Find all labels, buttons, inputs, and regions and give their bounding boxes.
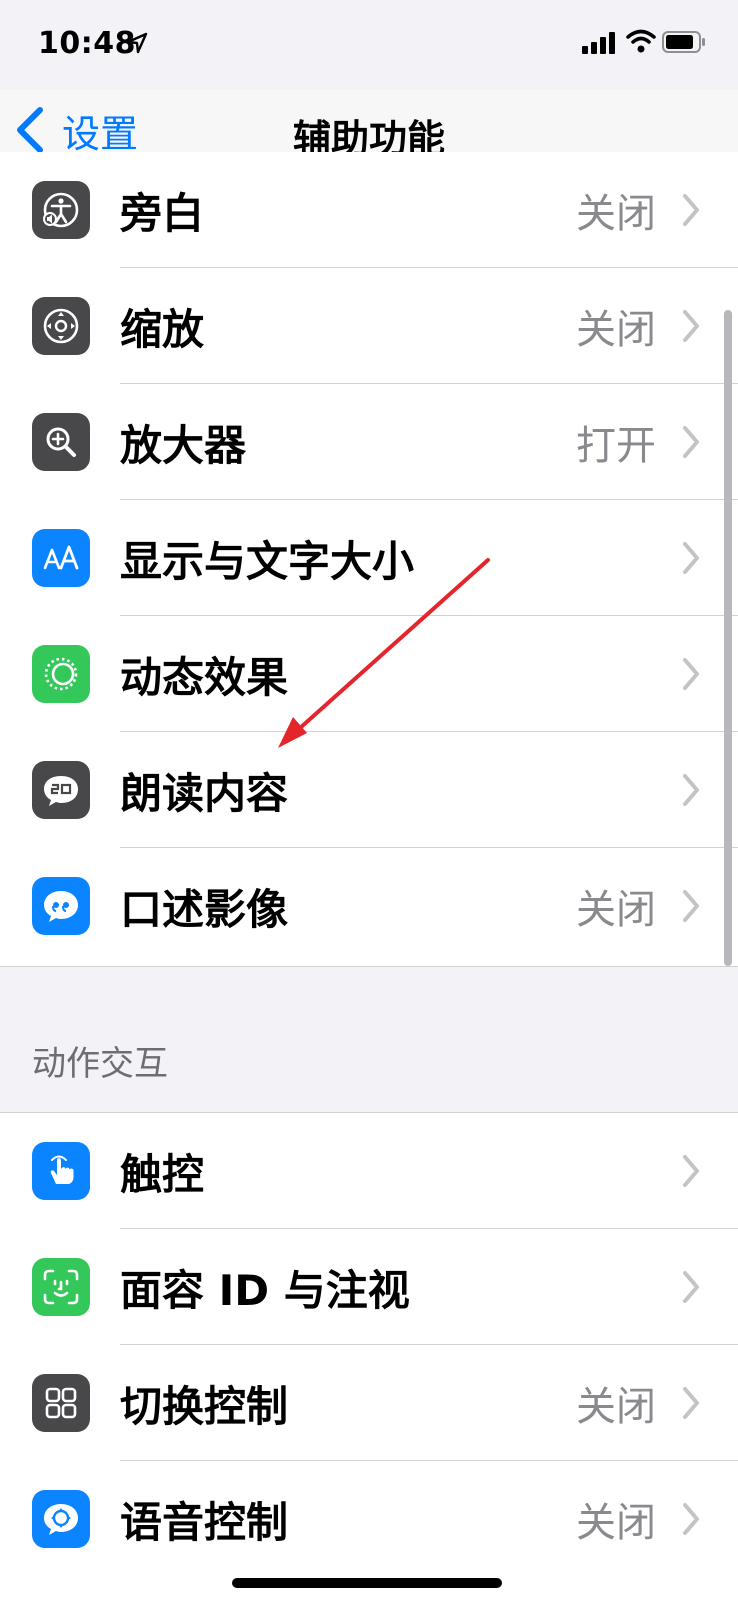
row-label: 口述影像 <box>120 884 289 934</box>
cellular-signal-icon <box>582 32 615 54</box>
battery-icon <box>662 31 705 53</box>
row-voiceover[interactable]: 旁白 关闭 <box>0 152 738 268</box>
scroll-indicator <box>724 310 732 966</box>
row-audio-descriptions[interactable]: 口述影像 关闭 <box>0 848 738 964</box>
text-size-icon <box>32 529 90 587</box>
chevron-right-icon <box>683 1155 699 1187</box>
motion-icon <box>32 645 90 703</box>
vision-settings-group: 旁白 关闭 缩放 关闭 放大器 打开 显示与文字大小 动态效果 朗读内容 口述影… <box>0 152 738 967</box>
status-time: 10:48 <box>38 26 136 61</box>
row-label: 旁白 <box>120 188 205 238</box>
row-label: 显示与文字大小 <box>120 536 415 586</box>
row-face-id-attention[interactable]: 面容 ID 与注视 <box>0 1229 738 1345</box>
chevron-right-icon <box>683 426 699 458</box>
row-spoken-content[interactable]: 朗读内容 <box>0 732 738 848</box>
row-label: 缩放 <box>120 304 205 354</box>
row-label: 动态效果 <box>120 652 289 702</box>
section-header-interaction: 动作交互 <box>32 1044 168 1084</box>
chevron-right-icon <box>683 542 699 574</box>
chevron-right-icon <box>683 890 699 922</box>
row-label: 朗读内容 <box>120 768 289 818</box>
row-value: 关闭 <box>576 307 656 353</box>
chevron-right-icon <box>683 1271 699 1303</box>
switch-control-icon <box>32 1374 90 1432</box>
voice-control-icon <box>32 1490 90 1548</box>
row-label: 放大器 <box>120 420 247 470</box>
status-bar: 10:48 <box>0 0 738 90</box>
chevron-right-icon <box>683 1387 699 1419</box>
row-switch-control[interactable]: 切换控制 关闭 <box>0 1345 738 1461</box>
home-indicator[interactable] <box>232 1578 502 1588</box>
row-touch[interactable]: 触控 <box>0 1113 738 1229</box>
row-value: 关闭 <box>576 1500 656 1546</box>
row-value: 打开 <box>576 423 656 469</box>
row-zoom[interactable]: 缩放 关闭 <box>0 268 738 384</box>
audio-descriptions-icon <box>32 877 90 935</box>
row-label: 面容 ID 与注视 <box>120 1265 410 1315</box>
row-motion[interactable]: 动态效果 <box>0 616 738 732</box>
chevron-right-icon <box>683 658 699 690</box>
row-label: 语音控制 <box>120 1497 289 1547</box>
row-label: 切换控制 <box>120 1381 289 1431</box>
spoken-content-icon <box>32 761 90 819</box>
row-value: 关闭 <box>576 887 656 933</box>
wifi-icon <box>626 29 656 53</box>
row-magnifier[interactable]: 放大器 打开 <box>0 384 738 500</box>
face-id-icon <box>32 1258 90 1316</box>
row-voice-control[interactable]: 语音控制 关闭 <box>0 1461 738 1577</box>
chevron-right-icon <box>683 310 699 342</box>
chevron-right-icon <box>683 1503 699 1535</box>
touch-icon <box>32 1142 90 1200</box>
row-value: 关闭 <box>576 1384 656 1430</box>
location-arrow-icon <box>126 32 148 54</box>
chevron-right-icon <box>683 194 699 226</box>
row-value: 关闭 <box>576 191 656 237</box>
magnifier-icon <box>32 413 90 471</box>
voiceover-icon <box>32 181 90 239</box>
row-display-text-size[interactable]: 显示与文字大小 <box>0 500 738 616</box>
interaction-settings-group: 触控 面容 ID 与注视 切换控制 关闭 语音控制 关闭 <box>0 1112 738 1601</box>
zoom-icon <box>32 297 90 355</box>
chevron-right-icon <box>683 774 699 806</box>
row-label: 触控 <box>120 1149 205 1199</box>
